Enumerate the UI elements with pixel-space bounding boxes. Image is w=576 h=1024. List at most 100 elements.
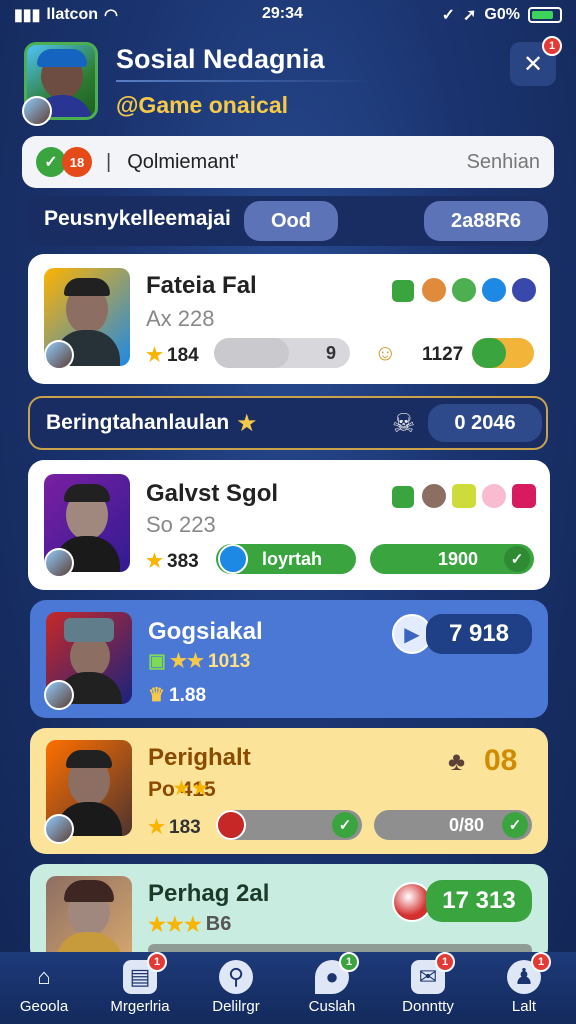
avatar-icon [450, 482, 478, 510]
search-bar[interactable]: ✓ 18 | Senhian [22, 136, 554, 188]
avatar-icon [480, 482, 508, 510]
avatar-icon [218, 544, 248, 574]
player-stat: ★ 183 [148, 816, 201, 839]
app-subtitle: @Game onaical [116, 92, 288, 118]
right-value: 1127 [422, 344, 464, 365]
nav-badge: 1 [435, 952, 455, 972]
player-name: Galvst Sgol [146, 480, 279, 507]
player-card[interactable]: Perighalt Po 415 ★★ ★ 183 ✓ 0/80 ✓ ♣ 08 [30, 728, 548, 854]
search-icon: ⚲ [219, 960, 253, 994]
check-icon[interactable]: ✓ [332, 812, 358, 838]
banner-label: Beringtahanlaulan [46, 411, 230, 434]
plant-icon: ♣ [448, 746, 466, 776]
carrier-label: llatcon [46, 6, 98, 23]
avatar-icon [420, 482, 448, 510]
filter-row: Peusnykelleemajai Ood 2a88R6 [28, 196, 548, 246]
player-card[interactable]: Fateia Fal Ax 228 ★ 184 9 ☺ 1127 [28, 254, 550, 384]
avatar-icon [510, 276, 538, 304]
player-card[interactable]: Gogsiakal ▣ ★★ 1013 ♛ 1.88 ▶ 7 918 [30, 600, 548, 718]
location-icon: ● 1 [315, 952, 359, 994]
avatar-icon [216, 810, 246, 840]
player-name: Fateia Fal [146, 272, 257, 299]
nav-item-home[interactable]: ⌂ Geoola [0, 960, 92, 1015]
app-title: Sosial Nedagnia [116, 44, 325, 74]
home-icon: ⌂ [37, 964, 51, 989]
avatar-icon [480, 276, 508, 304]
profile-icon: ♟ 1 [507, 952, 551, 994]
mail-icon: ✉ 1 [411, 952, 455, 994]
avatar-icon [510, 482, 538, 510]
toggle-bar[interactable] [472, 338, 534, 368]
star-icon: ★★ [172, 777, 210, 800]
player-rating: ★★★ B6 [148, 913, 232, 936]
badge-icon [390, 484, 416, 510]
player-sub: Ax 228 [146, 306, 215, 331]
score-value: 7 918 [426, 614, 532, 654]
location-arrow-icon: ➚ [463, 7, 477, 24]
nav-badge: 1 [147, 952, 167, 972]
star-icon: ★ [236, 410, 258, 437]
bottom-nav: ⌂ Geoola ▤ 1 Mrgerlria ⚲ Delilrgr ● 1 Cu… [0, 952, 576, 1024]
search-divider: | [106, 150, 112, 173]
nav-badge: 1 [339, 952, 359, 972]
check-icon: ✓ [504, 546, 530, 572]
skull-icon: ☠ [392, 408, 416, 438]
filter-label: Peusnykelleemajai [44, 207, 231, 230]
avatar-mini [44, 548, 74, 578]
battery-percent: G0% [484, 6, 520, 23]
tools-icon: ✕ [522, 50, 544, 78]
search-button-label[interactable]: Senhian [467, 151, 540, 174]
player-stat: ★ 383 [146, 550, 199, 573]
avatar-mini [44, 814, 74, 844]
filter-pill-left[interactable]: Ood [244, 201, 338, 241]
avatar-mini [44, 680, 74, 710]
nav-item-profile[interactable]: ♟ 1 Lalt [476, 952, 572, 1015]
player-stat: ♛ 1.88 [148, 684, 207, 707]
player-stat: ★ 184 [146, 344, 199, 367]
player-photo [46, 876, 132, 962]
player-name: Perighalt [148, 744, 251, 771]
score-value: 08 [484, 744, 518, 777]
score-value: 17 313 [426, 880, 532, 922]
star-icon: ★ [146, 551, 164, 572]
battery-icon [528, 7, 562, 23]
nav-item-messages[interactable]: ▤ 1 Mrgerlria [92, 952, 188, 1015]
star-icon: ★ [146, 345, 164, 366]
nav-item-search[interactable]: ⚲ Delilrgr [188, 960, 284, 1015]
wifi-icon: ◠ [103, 7, 118, 24]
avatar-mini [44, 340, 74, 370]
player-name: Perhag 2al [148, 880, 270, 907]
badge-icon: ▣ [148, 651, 166, 672]
rank-banner[interactable]: Beringtahanlaulan ★ ☠ 0 2046 [28, 396, 548, 450]
avatar-icon [420, 276, 448, 304]
nav-badge: 1 [531, 952, 551, 972]
title-divider [116, 80, 376, 82]
star-icon: ★ [148, 817, 166, 838]
avatar-mini [22, 96, 52, 126]
alarm-icon: ✓ [441, 7, 456, 24]
count-chip[interactable]: 18 [62, 147, 92, 177]
player-rating: ▣ ★★ 1013 [148, 650, 251, 673]
star-icon: ★★ [169, 651, 205, 672]
check-icon[interactable]: ✓ [502, 812, 528, 838]
badge-icon [390, 278, 416, 304]
status-bar: ▮▮▮ llatcon ◠ 29:34 ✓ ➚ G0% [0, 0, 576, 30]
menu-button[interactable]: ✕ 1 [510, 36, 562, 86]
progress-bar: 9 [214, 338, 350, 368]
player-sub: So 223 [146, 512, 216, 537]
notification-badge: 1 [542, 36, 562, 56]
signal-icon: ▮▮▮ [14, 7, 41, 24]
filter-pill-right[interactable]: 2a88R6 [424, 201, 548, 241]
player-card[interactable]: Galvst Sgol So 223 ★ 383 loyrtah 1900 ✓ [28, 460, 550, 590]
banner-value: 0 2046 [428, 404, 542, 442]
mask-icon: ☺ [374, 340, 397, 365]
star-icon: ★★★ [148, 914, 202, 936]
avatar-icon [450, 276, 478, 304]
cup-icon: ♛ [148, 685, 166, 706]
nav-item-location[interactable]: ● 1 Cuslah [284, 952, 380, 1015]
chat-icon: ▤ 1 [123, 952, 167, 994]
nav-item-mail[interactable]: ✉ 1 Donntty [380, 952, 476, 1015]
search-input[interactable] [127, 150, 428, 174]
clock: 29:34 [262, 5, 303, 22]
player-card[interactable]: Perhag 2al ★★★ B6 17 313 [30, 864, 548, 964]
